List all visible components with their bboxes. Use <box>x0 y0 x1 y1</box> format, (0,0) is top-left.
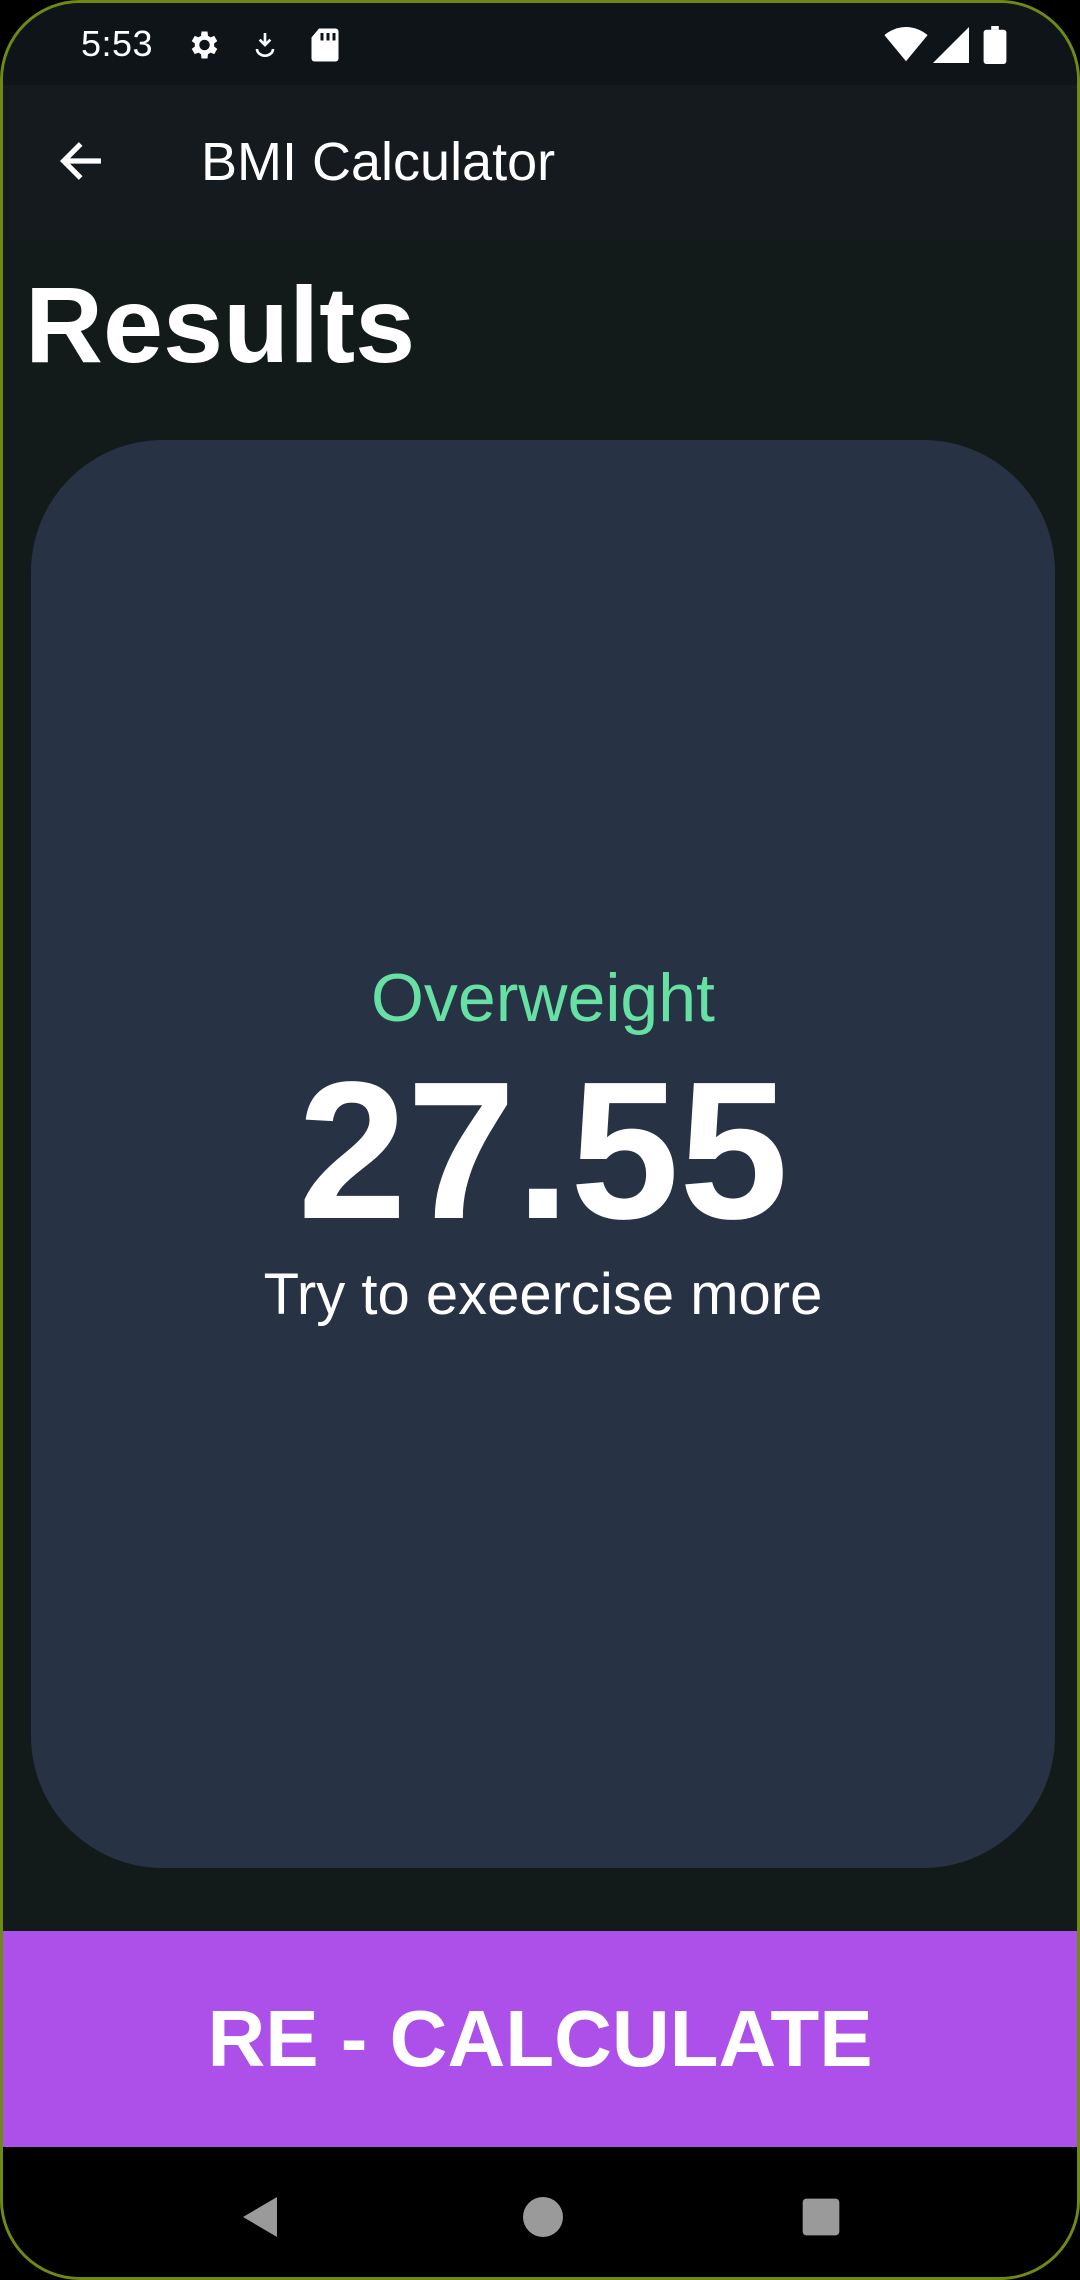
bmi-advice: Try to exeercise more <box>263 1262 823 1327</box>
gear-icon <box>183 25 223 65</box>
nav-home-button[interactable] <box>503 2177 583 2257</box>
recents-square-icon <box>802 2198 840 2236</box>
wifi-icon <box>883 25 929 65</box>
system-nav-bar <box>3 2147 1077 2277</box>
back-triangle-icon <box>243 2197 277 2237</box>
cell-signal-icon <box>931 25 971 65</box>
app-bar: BMI Calculator <box>3 85 1077 239</box>
arrow-back-icon <box>59 142 101 180</box>
battery-icon <box>975 25 1015 65</box>
status-time: 5:53 <box>81 23 154 64</box>
bmi-status-label: Overweight <box>371 960 715 1036</box>
app-title: BMI Calculator <box>201 132 556 192</box>
result-card: Overweight 27.55 Try to exeercise more <box>31 440 1055 1868</box>
status-bar: 5:53 <box>3 3 1077 85</box>
nav-back-button[interactable] <box>221 2177 301 2257</box>
download-icon <box>245 25 285 65</box>
recalculate-button[interactable]: RE - CALCULATE <box>3 1931 1077 2147</box>
back-button[interactable] <box>43 123 119 199</box>
bmi-value: 27.55 <box>297 1041 789 1260</box>
sd-card-icon <box>305 25 345 65</box>
home-circle-icon <box>523 2197 563 2237</box>
page-title: Results <box>25 264 416 385</box>
phone-screen: 5:53 BMI Calculator Results Overweight 2… <box>0 0 1080 2280</box>
nav-recents-button[interactable] <box>781 2177 861 2257</box>
